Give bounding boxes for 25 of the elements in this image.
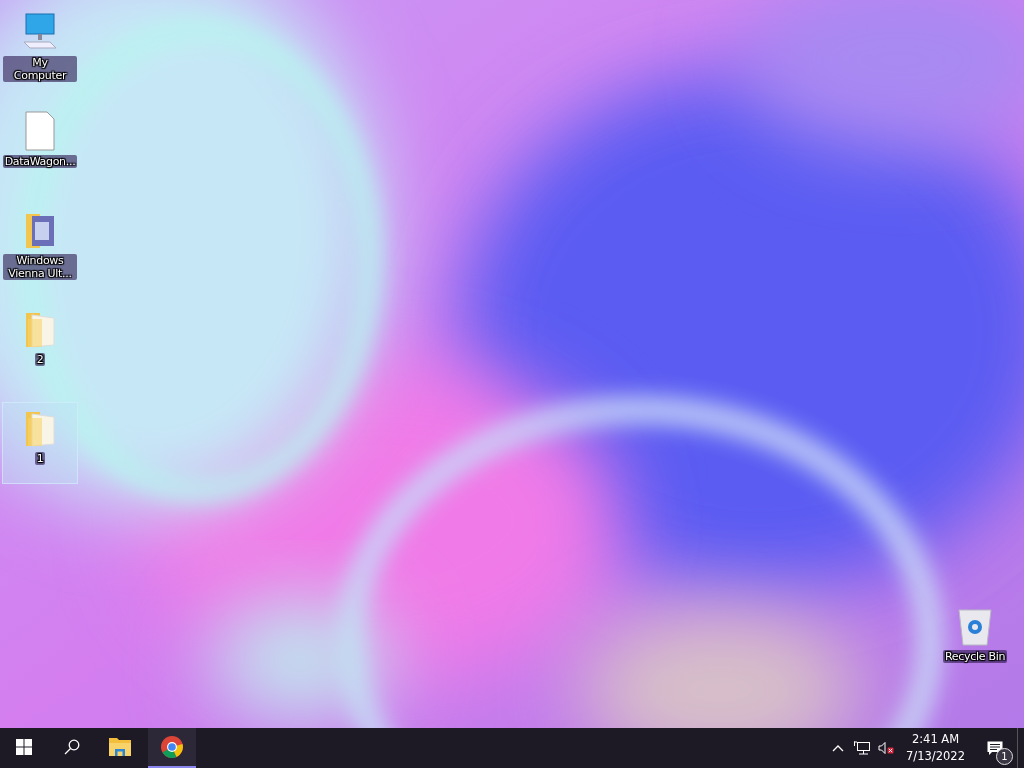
desktop-icon[interactable]: 1 <box>2 402 78 484</box>
icon-label: Windows Vienna Ult... <box>3 254 77 280</box>
icon-label: My Computer <box>3 56 77 82</box>
windows-logo-icon <box>16 739 32 755</box>
desktop-icon[interactable]: Windows Vienna Ult... <box>2 204 78 286</box>
chrome-browser-icon <box>161 736 183 758</box>
icon-label: Recycle Bin <box>942 650 1008 663</box>
icon-label: DataWagon... <box>2 155 78 168</box>
desktop-icon[interactable]: Recycle Bin <box>937 600 1013 682</box>
notifications-button[interactable]: 1 <box>973 728 1017 768</box>
taskbar-app-button[interactable] <box>148 728 196 768</box>
clock-date: 7/13/2022 <box>906 748 965 765</box>
search-icon <box>64 739 80 755</box>
desktop-icon[interactable]: 2 <box>2 303 78 385</box>
clock-time: 2:41 AM <box>911 731 960 748</box>
desktop-icon[interactable]: My Computer <box>2 6 78 88</box>
folder-icon <box>109 736 131 758</box>
network-icon <box>854 741 871 755</box>
chevron-up-icon <box>832 744 845 752</box>
icon-label: 1 <box>34 452 46 465</box>
message-icon <box>987 740 1003 756</box>
notification-count: 1 <box>996 748 1013 765</box>
clock-button[interactable]: 2:41 AM 7/13/2022 <box>898 728 973 768</box>
muted-speaker-icon <box>878 741 895 755</box>
desktop-icon[interactable]: DataWagon... <box>2 105 78 187</box>
